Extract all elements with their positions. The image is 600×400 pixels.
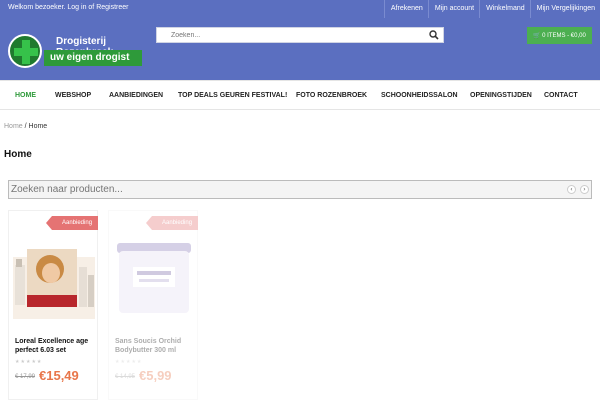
nav-item-home[interactable]: HOME: [15, 92, 36, 99]
nav-item-foto[interactable]: FOTO ROZENBROEK: [296, 92, 367, 99]
carousel-arrows: ‹ ›: [567, 185, 589, 194]
nav-item-schoonheidssalon[interactable]: SCHOONHEIDSSALON: [381, 92, 458, 99]
site-logo[interactable]: Drogisterij Rozenbroek uw eigen drogist: [8, 34, 142, 68]
sale-price: €15,49: [39, 368, 79, 383]
top-links: Afrekenen Mijn account Winkelmand Mijn V…: [383, 0, 600, 18]
nav-item-aanbiedingen[interactable]: AANBIEDINGEN: [109, 92, 163, 99]
logo-name-line1: Drogisterij: [56, 36, 107, 47]
cart-link[interactable]: Winkelmand: [479, 0, 530, 18]
chevron-right-icon[interactable]: ›: [580, 185, 589, 194]
breadcrumb-current: Home: [28, 123, 48, 130]
product-image[interactable]: [113, 239, 195, 319]
product-card[interactable]: Aanbieding Loreal Excellence age perfect…: [8, 210, 98, 400]
page-title: Home: [4, 149, 32, 160]
old-price: € 14,95: [115, 374, 136, 380]
product-name[interactable]: Sans Soucis Orchid Bodybutter 300 ml: [115, 337, 195, 355]
top-bar: Welkom bezoeker. Log in of Registreer Af…: [0, 0, 600, 18]
product-search-input[interactable]: [11, 182, 551, 197]
pharmacy-cross-icon: [8, 34, 42, 68]
sale-price: €5,99: [139, 368, 172, 383]
rating-stars: ★★★★★: [115, 359, 143, 365]
search-input[interactable]: [157, 28, 427, 42]
product-image[interactable]: [13, 239, 95, 319]
product-name[interactable]: Loreal Excellence age perfect 6.03 set: [15, 337, 95, 355]
nav-item-webshop[interactable]: WEBSHOP: [55, 92, 91, 99]
compare-link[interactable]: Mijn Vergelijkingen: [529, 0, 600, 18]
nav-item-openingstijden[interactable]: OPENINGSTIJDEN: [470, 92, 532, 99]
checkout-link[interactable]: Afrekenen: [383, 0, 428, 18]
rating-stars: ★★★★★: [15, 359, 43, 365]
cart-button[interactable]: 🛒 0 ITEMS - €0,00: [527, 27, 592, 44]
header-search: [156, 27, 444, 43]
sale-badge: Aanbieding: [146, 216, 198, 230]
breadcrumb-home-link[interactable]: Home: [4, 123, 23, 130]
site-header: Welkom bezoeker. Log in of Registreer Af…: [0, 0, 600, 80]
search-icon[interactable]: [429, 30, 439, 40]
breadcrumb: Home / Home: [4, 123, 47, 130]
product-search: ‹ ›: [8, 180, 592, 199]
main-nav: HOME WEBSHOP AANBIEDINGEN TOP DEALS GEUR…: [0, 80, 600, 110]
nav-item-top-deals[interactable]: TOP DEALS GEUREN FESTIVAL!: [178, 92, 287, 99]
logo-tagline: uw eigen drogist: [50, 52, 130, 63]
my-account-link[interactable]: Mijn account: [427, 0, 479, 18]
nav-item-contact[interactable]: CONTACT: [544, 92, 578, 99]
chevron-left-icon[interactable]: ‹: [567, 185, 576, 194]
product-card[interactable]: Aanbieding Sans Soucis Orchid Bodybutter…: [108, 210, 198, 400]
old-price: € 17,99: [15, 374, 36, 380]
welcome-text[interactable]: Welkom bezoeker. Log in of Registreer: [8, 4, 129, 11]
sale-badge: Aanbieding: [46, 216, 98, 230]
